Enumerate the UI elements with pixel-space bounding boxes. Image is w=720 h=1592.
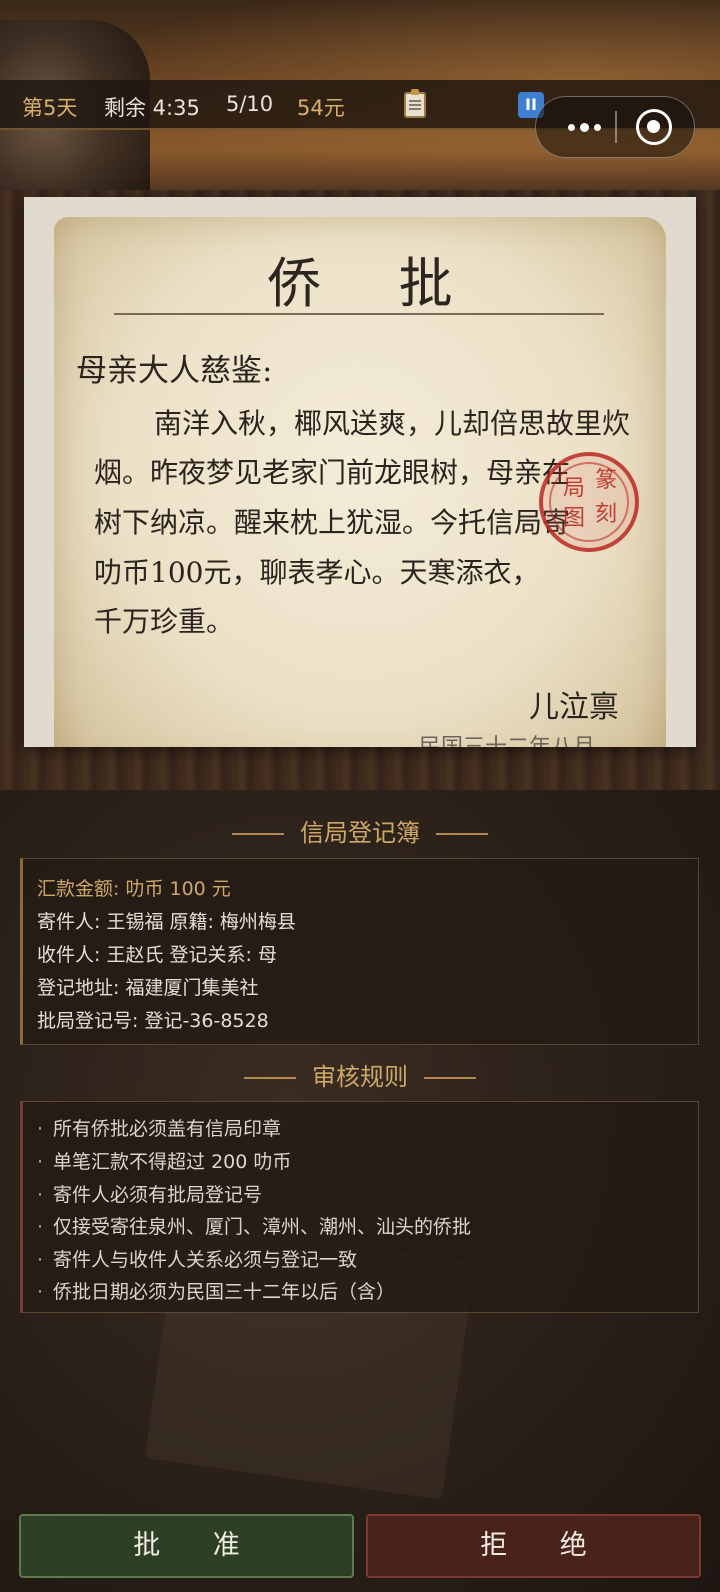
letter-card: 侨 批 母亲大人慈鉴: 南洋入秋，椰风送爽，儿却倍思故里炊 烟。昨夜梦见老家门前… [24,197,696,747]
remittance-amount: 汇款金额: 叻币 100 元 [37,878,231,900]
seal-char: 篆 [595,468,618,493]
seal-char: 刻 [595,502,618,527]
close-target-icon[interactable] [636,109,672,145]
letter-title: 侨 批 [267,252,483,315]
miniprogram-capsule [535,96,695,158]
clipboard-icon[interactable] [404,89,426,118]
seal-char: 图 [563,506,586,531]
heading-rule [424,1077,476,1079]
reject-button[interactable]: 拒 绝 [366,1514,701,1578]
heading-rule [244,1077,296,1079]
rule-item: · 单笔汇款不得超过 200 叻币 [37,1151,292,1173]
registered-address: 登记地址: 福建厦门集美社 [37,977,259,999]
letter-line: 叻币100元，聊表孝心。天寒添衣， [94,556,540,589]
heading-rule [436,833,488,835]
rules-heading: 审核规则 [0,1057,720,1092]
title-divider [114,313,604,315]
letter-signature: 儿泣禀 [529,690,619,725]
letter-line: 树下纳凉。醒来枕上犹湿。今托信局寄 [94,506,571,539]
rules-heading-text: 审核规则 [312,1063,408,1091]
money-counter: 54元 [297,96,345,120]
sender-info: 寄件人: 王锡福 原籍: 梅州梅县 [37,911,296,933]
register-panel: 汇款金额: 叻币 100 元 寄件人: 王锡福 原籍: 梅州梅县 收件人: 王赵… [20,858,699,1045]
seal-char: 局 [563,476,586,501]
registration-number: 批局登记号: 登记-36-8528 [37,1010,269,1032]
rule-item: · 侨批日期必须为民国三十二年以后（含） [37,1281,396,1303]
letter-date: 民国三十二年八月 [419,729,595,747]
rule-text: 单笔汇款不得超过 200 叻币 [53,1151,292,1173]
approve-button[interactable]: 批 准 [19,1514,354,1578]
letter-line: 南洋入秋，椰风送爽，儿却倍思故里炊 [154,407,631,440]
rule-item: · 所有侨批必须盖有信局印章 [37,1118,282,1140]
rules-panel: · 所有侨批必须盖有信局印章 · 单笔汇款不得超过 200 叻币 · 寄件人必须有批局… [20,1101,699,1313]
rule-text: 寄件人必须有批局登记号 [53,1184,263,1206]
rule-item: · 仅接受寄往泉州、厦门、漳州、潮州、汕头的侨批 [37,1216,472,1238]
rule-item: · 寄件人与收件人关系必须与登记一致 [37,1249,358,1271]
letter-line: 烟。昨夜梦见老家门前龙眼树，母亲在 [94,456,571,489]
register-heading-text: 信局登记簿 [300,819,420,847]
capsule-divider [615,111,617,143]
letter-line: 千万珍重。 [94,605,235,638]
heading-rule [232,833,284,835]
rule-text: 所有侨批必须盖有信局印章 [53,1118,282,1140]
rule-text: 侨批日期必须为民国三十二年以后（含） [53,1281,396,1303]
day-counter: 第5天 [22,96,78,120]
time-remaining: 剩余 4:35 [104,96,200,120]
letter-salutation: 母亲大人慈鉴: [76,353,273,389]
seal-stamp: 篆 刻 局 图 [539,452,639,552]
rule-text: 仅接受寄往泉州、厦门、漳州、潮州、汕头的侨批 [53,1216,472,1238]
rule-text: 寄件人与收件人关系必须与登记一致 [53,1249,358,1271]
more-dots-icon[interactable] [554,97,614,157]
register-heading: 信局登记簿 [0,813,720,848]
rule-item: · 寄件人必须有批局登记号 [37,1184,263,1206]
progress-counter: 5/10 [226,92,274,116]
recipient-info: 收件人: 王赵氏 登记关系: 母 [37,944,277,966]
